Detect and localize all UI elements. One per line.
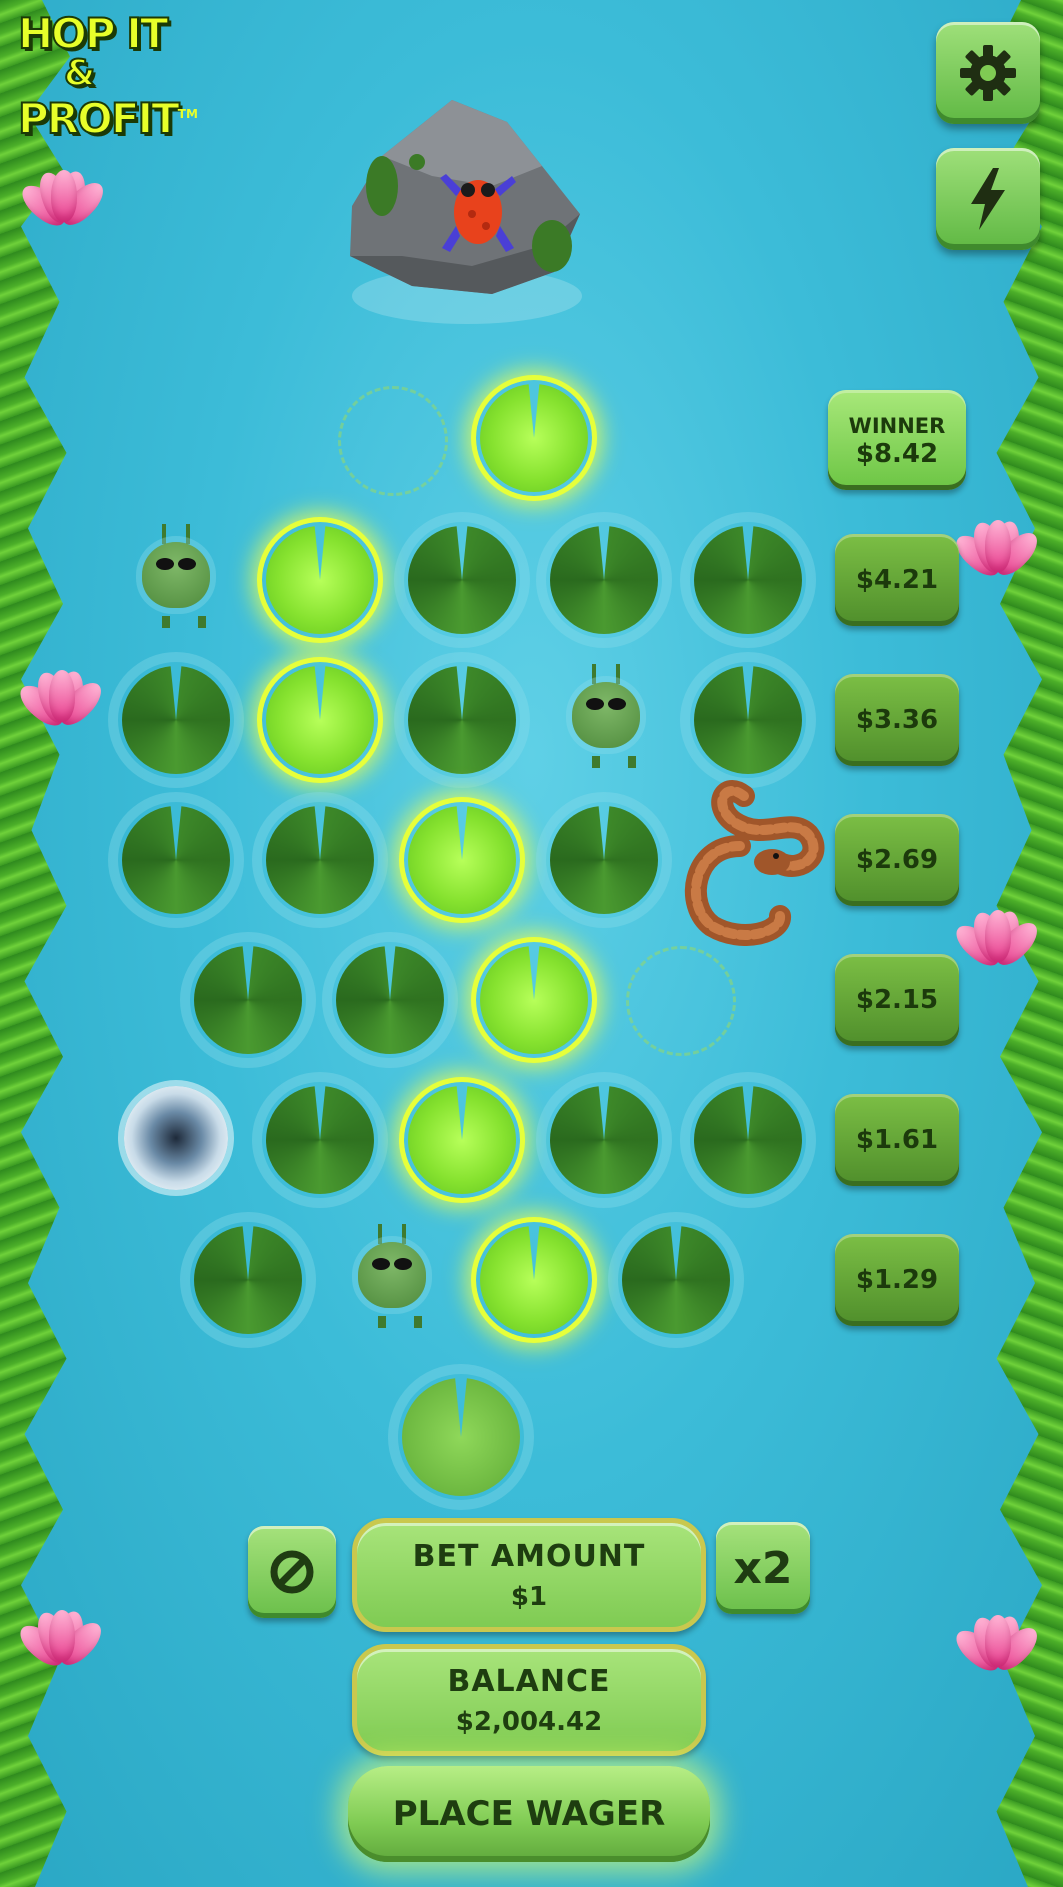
- logo-line-3-text: PROFIT: [17, 94, 181, 143]
- logo-line-2: &: [63, 53, 96, 95]
- payout-row: $1.29: [835, 1234, 959, 1326]
- payout-winner: WINNER $8.42: [828, 390, 966, 490]
- lotus-flower: [13, 660, 108, 752]
- alien-hazard: [568, 660, 644, 778]
- settings-button[interactable]: [936, 22, 1040, 124]
- turbo-button[interactable]: [936, 148, 1040, 250]
- whirlpool-hazard: [124, 1086, 228, 1190]
- lily-pad[interactable]: [690, 522, 806, 638]
- clear-bet-button[interactable]: [248, 1526, 336, 1618]
- lily-pad[interactable]: [332, 942, 448, 1058]
- balance-label: BALANCE: [447, 1663, 611, 1699]
- lily-pad[interactable]: [262, 1082, 378, 1198]
- alien-hazard: [354, 1220, 430, 1338]
- lightning-icon: [971, 168, 1005, 230]
- lily-pad[interactable]: [404, 522, 520, 638]
- lily-pad[interactable]: [190, 1222, 306, 1338]
- balance-panel: BALANCE $2,004.42: [352, 1644, 706, 1756]
- lily-pad-lit[interactable]: [404, 802, 520, 918]
- lotus-flower: [13, 1600, 108, 1692]
- lily-pad[interactable]: [118, 802, 234, 918]
- balance-value: $2,004.42: [455, 1706, 603, 1737]
- double-bet-button[interactable]: x2: [716, 1522, 810, 1614]
- logo-line-3: PROFITTM: [17, 94, 208, 141]
- alien-hazard: [138, 520, 214, 638]
- lily-pad[interactable]: [118, 662, 234, 778]
- lily-pad[interactable]: [262, 802, 378, 918]
- lily-pad[interactable]: [690, 1082, 806, 1198]
- lotus-flower: [949, 900, 1044, 992]
- lotus-flower: [949, 510, 1044, 602]
- lily-pad-lit[interactable]: [476, 1222, 592, 1338]
- payout-row: $1.61: [835, 1094, 959, 1186]
- lily-pad-lit[interactable]: [476, 380, 592, 496]
- logo-line-1: HOP IT: [17, 9, 170, 58]
- payout-winner-label: WINNER: [848, 414, 946, 438]
- lily-pad[interactable]: [404, 662, 520, 778]
- lily-pad-lit[interactable]: [262, 522, 378, 638]
- bet-amount-value: $1: [510, 1581, 548, 1612]
- lily-pad[interactable]: [546, 802, 662, 918]
- lotus-flower: [949, 1605, 1044, 1697]
- frog-player: [440, 174, 516, 252]
- no-entry-icon: [270, 1550, 314, 1594]
- payout-row: $2.15: [835, 954, 959, 1046]
- lily-pad-lit[interactable]: [262, 662, 378, 778]
- lily-pad[interactable]: [690, 662, 806, 778]
- game-logo: HOP IT & PROFITTM: [17, 9, 208, 141]
- trademark: TM: [177, 107, 198, 121]
- start-lily-pad: [398, 1374, 524, 1500]
- lily-pad[interactable]: [190, 942, 306, 1058]
- lily-pad-sunk: [626, 946, 736, 1056]
- bet-amount-panel[interactable]: BET AMOUNT $1: [352, 1518, 706, 1632]
- place-wager-button[interactable]: PLACE WAGER: [348, 1766, 710, 1862]
- bet-amount-label: BET AMOUNT: [412, 1538, 646, 1574]
- lily-pad[interactable]: [618, 1222, 734, 1338]
- payout-row: $4.21: [835, 534, 959, 626]
- payout-winner-value: $8.42: [855, 439, 939, 469]
- lotus-flower: [15, 160, 110, 252]
- lily-pad-lit[interactable]: [476, 942, 592, 1058]
- lily-pad[interactable]: [546, 522, 662, 638]
- payout-row: $2.69: [835, 814, 959, 906]
- lily-pad[interactable]: [546, 1082, 662, 1198]
- lily-pad-lit[interactable]: [404, 1082, 520, 1198]
- payout-row: $3.36: [835, 674, 959, 766]
- gear-icon: [960, 45, 1016, 101]
- snake-hazard: [685, 780, 825, 946]
- lily-pad-sunk: [338, 386, 448, 496]
